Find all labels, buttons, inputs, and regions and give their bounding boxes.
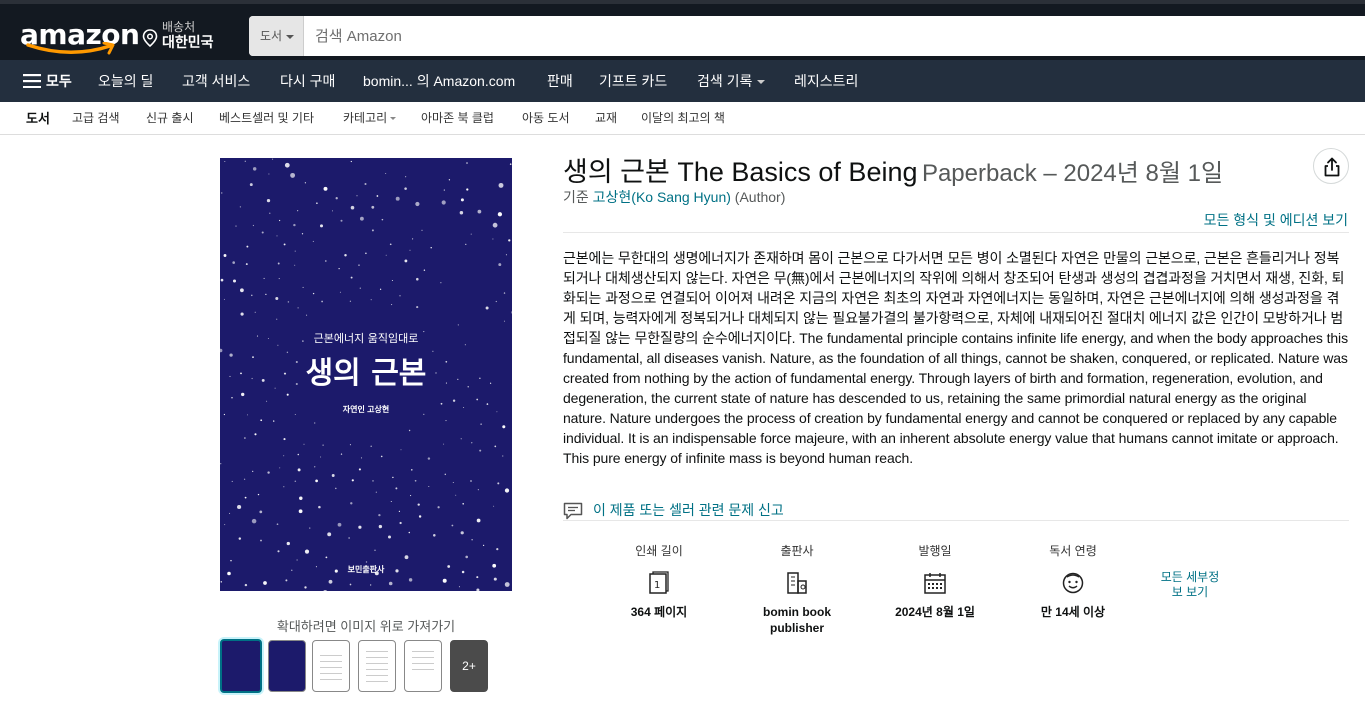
nav-all-label: 모두	[46, 73, 72, 89]
svg-text:1: 1	[654, 580, 660, 591]
subnav-childrens-books[interactable]: 아동 도서	[522, 102, 570, 135]
thumbnail-4[interactable]	[358, 640, 396, 692]
subnav-best-sellers[interactable]: 베스트셀러 및 기타	[219, 102, 314, 135]
zoom-hint: 확대하려면 이미지 위로 가져가기	[276, 619, 456, 634]
report-flag-icon	[563, 502, 583, 520]
nav-buy-again[interactable]: 다시 구매	[280, 60, 335, 102]
detail-publication-date: 발행일 2024년 8월 1일	[880, 542, 990, 620]
see-all-details-line-2: 보 보기	[1171, 585, 1209, 599]
cover-subtitle: 근본에너지 움직임대로	[313, 332, 419, 345]
product-title-text: 생의 근본 The Basics of Being	[563, 157, 918, 187]
search-input[interactable]	[305, 16, 1355, 56]
detail-value: 만 14세 이상	[1040, 605, 1106, 619]
thumbnail-cover	[225, 644, 257, 688]
cover-title: 생의 근본	[305, 356, 427, 391]
nav-customer-service[interactable]: 고객 서비스	[182, 60, 250, 102]
publisher-line-2: publisher	[769, 621, 824, 635]
detail-label: 인쇄 길이	[635, 544, 683, 558]
share-button[interactable]	[1313, 148, 1349, 184]
detail-label: 발행일	[918, 544, 952, 558]
cover-author: 자연인 고상현	[342, 405, 390, 414]
share-icon	[1324, 157, 1340, 177]
subnav-textbooks[interactable]: 교재	[595, 102, 617, 135]
books-subnav: 도서 고급 검색 신규 출시 베스트셀러 및 기타 카테고리 아마존 북 클럽 …	[0, 102, 1365, 135]
author-role: (Author)	[734, 189, 786, 205]
search-category-label: 도서	[260, 29, 283, 43]
hamburger-menu-icon	[23, 74, 41, 89]
more-images-button[interactable]: 2+	[450, 640, 488, 692]
book-cover-image[interactable]: 근본에너지 움직임대로 생의 근본 자연인 고상현 보민출판사	[220, 158, 512, 591]
thumbnail-back-cover	[272, 644, 302, 688]
calendar-icon	[880, 568, 990, 598]
cover-publisher: 보민출판사	[347, 565, 385, 574]
subnav-best-books-of-month[interactable]: 이달의 최고의 책	[641, 102, 725, 135]
product-format: Paperback – 2024년 8월 1일	[921, 160, 1224, 187]
report-issue-label: 이 제품 또는 셀러 관련 문제 신고	[593, 502, 784, 518]
subnav-categories[interactable]: 카테고리	[343, 102, 397, 135]
detail-value: 2024년 8월 1일	[895, 605, 975, 619]
caret-down-icon	[390, 117, 397, 121]
see-all-details-line-1: 모든 세부정	[1160, 570, 1220, 584]
all-formats-link[interactable]: 모든 형식 및 에디션 보기	[1204, 210, 1348, 230]
thumbnail-5[interactable]	[404, 640, 442, 692]
nav-your-amazon[interactable]: bomin... 의 Amazon.com	[363, 60, 515, 102]
thumbnail-1[interactable]	[220, 639, 262, 693]
nav-todays-deals[interactable]: 오늘의 딜	[98, 60, 153, 102]
detail-label: 출판사	[780, 544, 814, 558]
book-pages-icon: 1	[604, 568, 714, 598]
caret-down-icon	[757, 80, 766, 85]
child-face-icon	[1018, 568, 1128, 598]
thumbnail-3[interactable]	[312, 640, 350, 692]
product-description: 근본에는 무한대의 생명에너지가 존재하며 몸이 근본으로 다가서면 모든 병이…	[563, 250, 1348, 466]
nav-registry[interactable]: 레지스트리	[794, 60, 858, 102]
byline-prefix: 기준	[563, 189, 589, 205]
see-all-details-link[interactable]: 모든 세부정 보 보기	[1140, 570, 1240, 600]
detail-reading-age: 독서 연령 만 14세 이상	[1018, 542, 1128, 620]
deliver-country: 대한민국	[162, 34, 214, 50]
top-navbar: amazon 배송처 대한민국 도서	[0, 0, 1365, 60]
nav-all-menu[interactable]: 모두	[23, 60, 72, 102]
location-pin-icon	[142, 29, 158, 47]
subnav-new-releases[interactable]: 신규 출시	[146, 102, 194, 135]
nav-sell[interactable]: 판매	[547, 60, 573, 102]
divider	[563, 520, 1349, 521]
divider	[563, 232, 1349, 233]
smile-icon	[26, 42, 115, 55]
detail-value: bomin book publisher	[742, 604, 852, 636]
search-category-dropdown[interactable]: 도서	[249, 16, 304, 56]
building-icon	[742, 568, 852, 598]
detail-label: 독서 연령	[1049, 544, 1097, 558]
detail-publisher: 출판사 bomin book publisher	[742, 542, 852, 636]
subnav-advanced-search[interactable]: 고급 검색	[72, 102, 120, 135]
detail-print-length: 인쇄 길이 1 364 페이지	[604, 542, 714, 620]
publisher-line-1: bomin book	[763, 605, 831, 619]
nav-gift-cards[interactable]: 기프트 카드	[599, 60, 667, 102]
caret-down-icon	[286, 34, 295, 39]
product-title: 생의 근본 The Basics of Being Paperback – 20…	[563, 150, 1303, 189]
nav-browsing-history[interactable]: 검색 기록	[697, 60, 766, 102]
subnav-categories-label: 카테고리	[343, 111, 388, 125]
nav-browsing-history-label: 검색 기록	[697, 73, 753, 89]
author-link[interactable]: 고상현(Ko Sang Hyun)	[593, 189, 731, 205]
thumbnail-2[interactable]	[268, 640, 306, 692]
main-navbar: 모두 오늘의 딜 고객 서비스 다시 구매 bomin... 의 Amazon.…	[0, 60, 1365, 102]
amazon-logo[interactable]: amazon	[20, 14, 140, 55]
search-bar: 도서	[249, 16, 1365, 56]
byline: 기준 고상현(Ko Sang Hyun) (Author)	[563, 187, 785, 207]
subnav-books[interactable]: 도서	[26, 102, 50, 135]
detail-value: 364 페이지	[630, 605, 688, 619]
subnav-book-club[interactable]: 아마존 북 클럽	[421, 102, 494, 135]
